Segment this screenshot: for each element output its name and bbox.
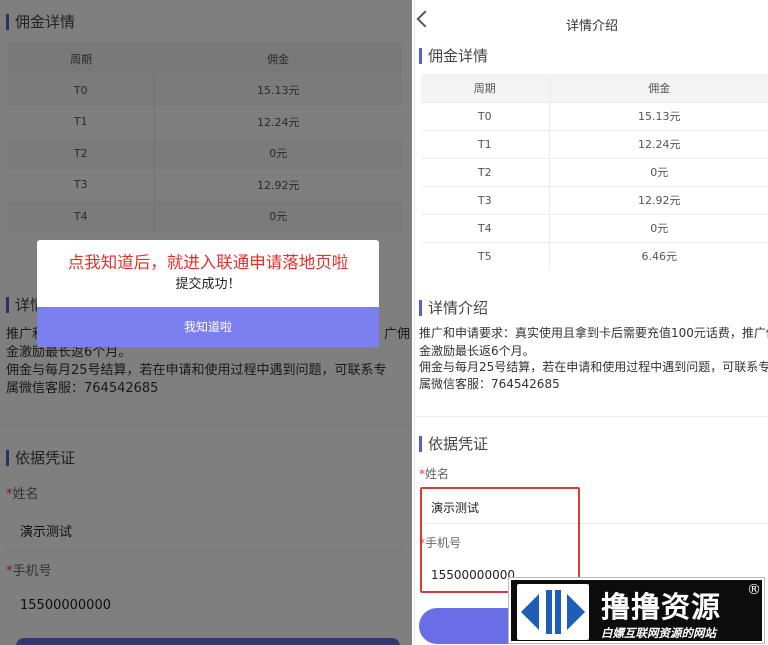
detail-line-2: 金激励最长返6个月。 [419,344,535,358]
table-header-period: 周期 [421,74,549,102]
table-row: T20元 [421,157,768,186]
detail-section-title: 详情介绍 [419,300,488,316]
page-title: 详情介绍 [565,19,618,34]
commission-section-title: 佣金详情 [419,48,488,64]
table-cell: 12.92元 [548,185,768,214]
got-it-button[interactable]: 我知道啦 [37,307,379,347]
success-dialog: 点我知道后，就进入联通申请落地页啦 提交成功！ 我知道啦 [37,240,379,347]
table-row: T312.92元 [421,185,768,214]
name-label: *姓名 [419,465,449,482]
table-cell: T5 [421,241,549,270]
watermark-subtitle: 白嫖互联网资源的网站 [601,626,716,640]
table-cell: T1 [421,129,549,158]
table-cell: T0 [421,101,549,130]
name-label-text: 姓名 [425,467,450,481]
divider [415,416,768,417]
table-row: T40元 [421,213,768,242]
table-cell: T3 [421,185,549,214]
table-cell: 15.13元 [548,101,768,130]
table-cell: 6.46元 [548,241,768,270]
table-cell: 0元 [548,157,768,186]
detail-line-1: 推广和申请要求：真实使用且拿到卡后需要充值100元话费，推广佣 [419,326,768,340]
watermark: 撸撸资源 ® 白嫖互联网资源的网站 [508,577,765,644]
dialog-message: 提交成功！ [175,277,241,292]
table-cell: 12.24元 [548,129,768,158]
table-header-commission: 佣金 [548,74,768,102]
table-cell: T2 [421,157,549,186]
left-screen: 佣金详情 周期 佣金 T015.13元 T112.24元 T20元 T312.9… [0,0,412,645]
table-cell: 0元 [548,213,768,242]
commission-table: 周期 佣金 T015.13元 T112.24元 T20元 T312.92元 T4… [421,74,768,270]
watermark-title: 撸撸资源 [601,590,722,624]
table-row: T5 6.46元 [421,241,768,270]
promo-annotation: 点我知道后，就进入联通申请落地页啦 [67,253,349,272]
proof-section-title: 依据凭证 [419,436,488,452]
registered-mark: ® [747,582,761,598]
table-cell: T4 [421,213,549,242]
detail-line-4: 属微信客服：764542685 [419,377,560,391]
watermark-logo-icon [517,584,589,640]
table-row: T015.13元 [421,101,768,130]
table-row: T112.24元 [421,129,768,158]
detail-line-3: 佣金与每月25号结算，若在申请和使用过程中遇到问题，可联系专 [419,360,768,374]
